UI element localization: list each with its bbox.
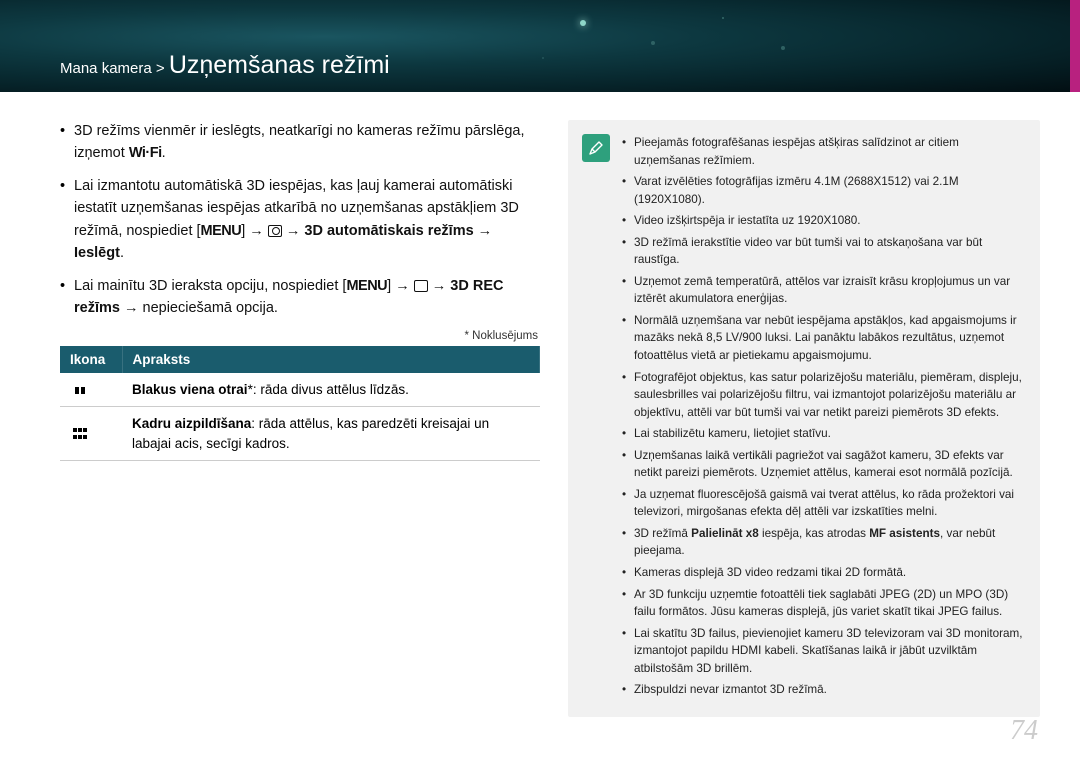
menu-key-icon: MENU [346, 275, 387, 297]
breadcrumb: Mana kamera > Uzņemšanas režīmi [60, 51, 390, 80]
table-row: Kadru aizpildīšana: rāda attēlus, kas pa… [60, 407, 540, 461]
note-item: Uzņemšanas laikā vertikāli pagriežot vai… [622, 447, 1028, 482]
notes-list: Pieejamās fotografēšanas iespējas atšķir… [622, 134, 1028, 703]
side-by-side-icon [70, 380, 90, 394]
text: . [162, 145, 166, 161]
text: Kadru aizpildīšana [132, 416, 251, 431]
page-number: 74 [1010, 715, 1038, 747]
info-box: Pieejamās fotografēšanas iespējas atšķir… [568, 120, 1040, 717]
note-item: Uzņemot zemā temperatūrā, attēlos var iz… [622, 273, 1028, 308]
bullet-item: 3D režīms vienmēr ir ieslēgts, neatkarīg… [60, 120, 540, 165]
th-icon: Ikona [60, 346, 122, 373]
note-item: Fotografējot objektus, kas satur polariz… [622, 369, 1028, 422]
note-item: 3D režīmā Palielināt x8 iespēja, kas atr… [622, 525, 1028, 560]
bullet-item: Lai mainītu 3D ieraksta opciju, nospiedi… [60, 275, 540, 320]
text: . [120, 245, 124, 261]
text: Lai mainītu 3D ieraksta opciju, nospiedi… [74, 278, 346, 294]
page-title: Uzņemšanas režīmi [169, 51, 390, 79]
pen-icon [582, 134, 610, 162]
icon-table: Ikona Apraksts Blakus viena otrai*: rāda… [60, 346, 540, 462]
text: Ieslēgt [74, 245, 120, 261]
note-item: Video izšķirtspēja ir iestatīta uz 1920X… [622, 212, 1028, 230]
note-item: Zibspuldzi nevar izmantot 3D režīmā. [622, 681, 1028, 699]
icon-cell [60, 407, 122, 461]
icon-cell [60, 373, 122, 407]
frame-packing-icon [70, 424, 90, 438]
text: 3D automātiskais režīms [304, 223, 473, 239]
note-item: Ar 3D funkciju uzņemtie fotoattēli tiek … [622, 586, 1028, 621]
menu-key-icon: MENU [201, 220, 242, 242]
camera-shoot-icon [268, 225, 282, 237]
content-area: 3D režīms vienmēr ir ieslēgts, neatkarīg… [0, 92, 1080, 717]
text: → [282, 223, 305, 239]
page-header: Mana kamera > Uzņemšanas režīmi [0, 0, 1080, 92]
left-column: 3D režīms vienmēr ir ieslēgts, neatkarīg… [60, 120, 540, 717]
text: → [474, 223, 493, 239]
note-item: Kameras displejā 3D video redzami tikai … [622, 564, 1028, 582]
camera-icon [414, 280, 428, 292]
default-note: * Noklusējums [60, 330, 538, 342]
text: Blakus viena otrai [132, 382, 248, 397]
note-item: Lai stabilizētu kameru, lietojiet statīv… [622, 425, 1028, 443]
magenta-tab [1070, 0, 1080, 92]
table-row: Blakus viena otrai*: rāda divus attēlus … [60, 373, 540, 407]
note-item: Lai skatītu 3D failus, pievienojiet kame… [622, 625, 1028, 678]
note-item: Varat izvēlēties fotogrāfijas izmēru 4.1… [622, 173, 1028, 208]
desc-cell: Kadru aizpildīšana: rāda attēlus, kas pa… [122, 407, 540, 461]
note-item: Normālā uzņemšana var nebūt iespējama ap… [622, 312, 1028, 365]
desc-cell: Blakus viena otrai*: rāda divus attēlus … [122, 373, 540, 407]
bullet-item: Lai izmantotu automātiskā 3D iespējas, k… [60, 175, 540, 265]
text: *: rāda divus attēlus līdzās. [248, 382, 409, 397]
right-column: Pieejamās fotografēšanas iespējas atšķir… [568, 120, 1040, 717]
breadcrumb-prefix: Mana kamera > [60, 60, 169, 77]
wifi-icon: Wi·Fi [129, 145, 162, 161]
main-bullets: 3D režīms vienmēr ir ieslēgts, neatkarīg… [60, 120, 540, 320]
note-item: 3D režīmā ierakstītie video var būt tumš… [622, 234, 1028, 269]
text: ] → [241, 223, 268, 239]
text: → nepieciešamā opcija. [120, 300, 278, 316]
th-desc: Apraksts [122, 346, 540, 373]
note-item: Ja uzņemat fluorescējošā gaismā vai tver… [622, 486, 1028, 521]
note-item: Pieejamās fotografēšanas iespējas atšķir… [622, 134, 1028, 169]
text: → [428, 278, 451, 294]
text: ] → [387, 278, 414, 294]
